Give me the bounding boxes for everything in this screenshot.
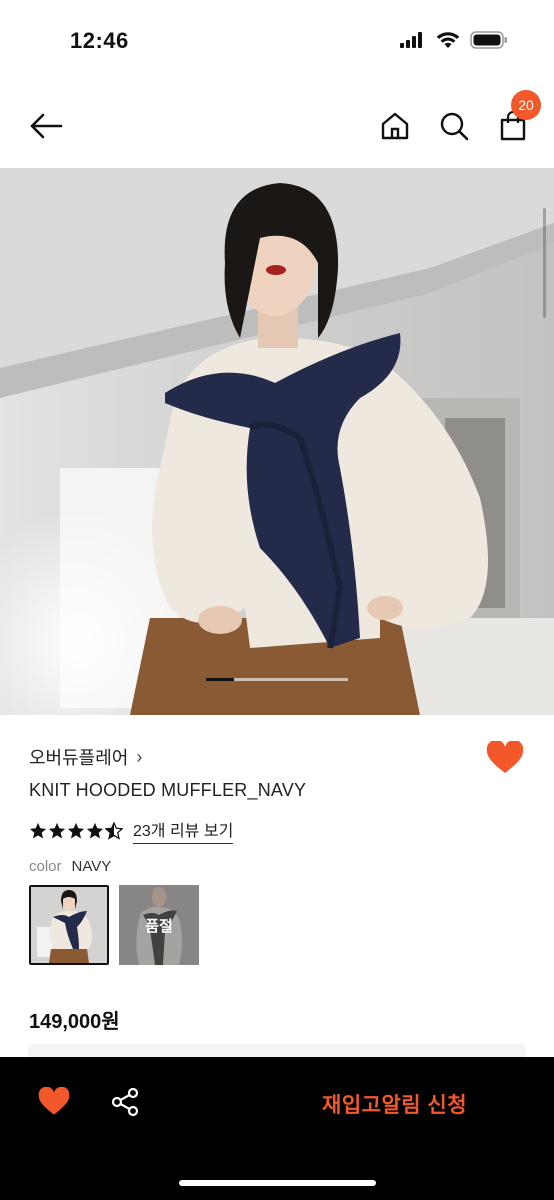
share-icon xyxy=(111,1087,139,1117)
product-name: KNIT HOODED MUFFLER_NAVY xyxy=(29,780,307,800)
home-button[interactable] xyxy=(373,104,417,148)
wifi-icon xyxy=(436,31,460,48)
product-price: 149,000원 xyxy=(29,1011,120,1033)
product-image-gallery[interactable] xyxy=(0,168,554,715)
rating-stars xyxy=(29,821,123,840)
swatch-navy[interactable] xyxy=(29,885,109,965)
heart-icon xyxy=(38,1086,70,1115)
share-button[interactable] xyxy=(110,1087,144,1121)
sold-out-label: 품절 xyxy=(119,885,199,965)
swatch-thumbnail xyxy=(31,887,107,963)
color-row: color NAVY xyxy=(29,858,111,875)
brand-link[interactable]: 오버듀플레어 › xyxy=(29,744,142,770)
cellular-signal-icon xyxy=(400,32,422,48)
star-icon xyxy=(48,822,66,838)
heart-icon xyxy=(486,739,524,773)
restock-alert-button[interactable]: 재입고알림 신청 xyxy=(322,1089,467,1119)
star-icon xyxy=(29,822,47,838)
search-icon xyxy=(440,112,469,141)
back-button[interactable] xyxy=(24,104,68,148)
cart-count-badge: 20 xyxy=(511,90,541,120)
scroll-indicator xyxy=(543,208,546,318)
home-indicator xyxy=(179,1180,376,1186)
status-time: 12:46 xyxy=(70,28,129,53)
search-button[interactable] xyxy=(432,104,476,148)
status-icons xyxy=(400,31,508,49)
rating-row: 23개 리뷰 보기 xyxy=(29,817,234,844)
wishlist-button[interactable] xyxy=(486,739,526,777)
status-bar: 12:46 xyxy=(0,0,554,84)
battery-icon xyxy=(470,31,507,49)
color-swatches: 품절 xyxy=(29,885,199,965)
product-photo xyxy=(0,168,554,715)
bottom-wishlist-button[interactable] xyxy=(38,1086,72,1121)
brand-name: 오버듀플레어 xyxy=(29,748,129,768)
bottom-action-bar: 재입고알림 신청 xyxy=(0,1057,554,1200)
home-icon xyxy=(381,112,409,140)
review-link[interactable]: 23개 리뷰 보기 xyxy=(133,817,234,844)
gallery-pager-active xyxy=(206,678,235,681)
color-value: NAVY xyxy=(71,858,112,875)
star-icon xyxy=(67,822,85,838)
top-nav-bar: 20 xyxy=(0,84,554,168)
color-label: color xyxy=(29,858,62,875)
chevron-right-icon: › xyxy=(136,746,143,767)
star-icon xyxy=(86,822,104,838)
swatch-sold-out[interactable]: 품절 xyxy=(119,885,199,965)
cart-button[interactable]: 20 xyxy=(491,90,541,148)
gallery-pager xyxy=(206,678,348,681)
back-arrow-icon xyxy=(30,113,63,139)
half-star-icon xyxy=(105,821,123,840)
